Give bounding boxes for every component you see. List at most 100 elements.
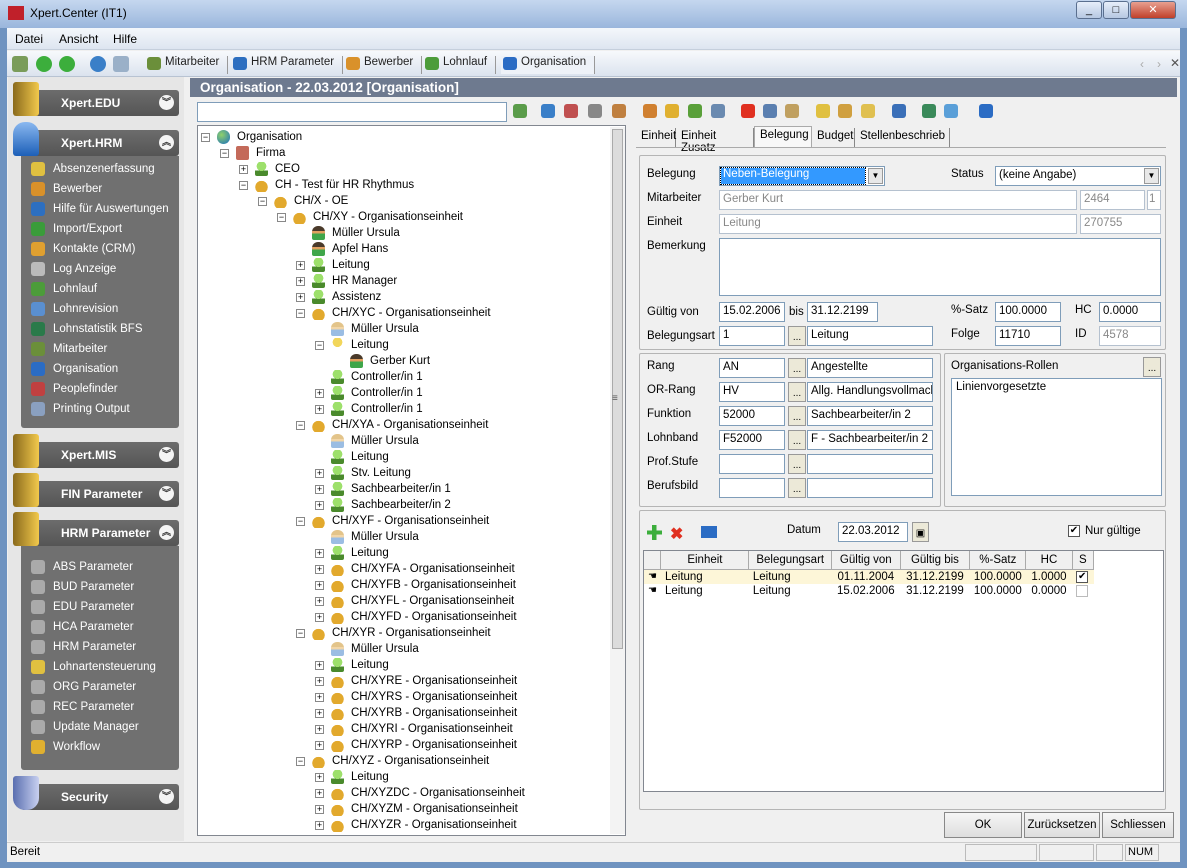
sidebar-item-kontakte-crm-[interactable]: Kontakte (CRM) xyxy=(31,240,135,258)
satz-field[interactable]: 100.0000 xyxy=(995,302,1061,322)
menu-ansicht[interactable]: Ansicht xyxy=(59,32,98,46)
tab-budget[interactable]: Budget xyxy=(812,128,855,147)
sidebar-group-security[interactable]: Security ︾ xyxy=(13,776,179,810)
close-window-button[interactable]: ✕ xyxy=(1130,1,1176,19)
scroll-left-icon[interactable]: ‹ xyxy=(1140,57,1144,71)
collapse-icon[interactable]: ︽ xyxy=(159,135,174,150)
nav-tab-mitarbeiter[interactable]: Mitarbeiter xyxy=(145,56,229,74)
collapse-icon[interactable]: − xyxy=(258,197,267,206)
sidebar-item-edu-parameter[interactable]: EDU Parameter xyxy=(31,598,134,616)
dropdown-arrow-icon[interactable]: ▼ xyxy=(868,168,883,184)
sidebar-item-organisation[interactable]: Organisation xyxy=(31,360,118,378)
grid-header-hc[interactable]: HC xyxy=(1025,551,1073,570)
expand-icon[interactable]: ︾ xyxy=(159,486,174,501)
sidebar-item-mitarbeiter[interactable]: Mitarbeiter xyxy=(31,340,107,358)
move-icon[interactable] xyxy=(763,104,777,118)
org-tree[interactable]: − Organisation − Firma + CEO − CH - Test für HR… xyxy=(197,125,626,836)
grid-header-einheit[interactable]: Einheit xyxy=(660,551,750,570)
collapse-icon[interactable]: − xyxy=(220,149,229,158)
collapse-icon[interactable]: − xyxy=(296,629,305,638)
rang-lookup-button[interactable]: ... xyxy=(788,358,806,378)
sidebar-item-absenzenerfassung[interactable]: Absenzenerfassung xyxy=(31,160,155,178)
s-checkbox[interactable]: ✔ xyxy=(1076,570,1089,583)
tab-stellenbeschrieb[interactable]: Stellenbeschrieb xyxy=(855,128,950,147)
nav-tab-lohnlauf[interactable]: Lohnlauf xyxy=(423,56,497,74)
expand-icon[interactable]: ︾ xyxy=(159,447,174,462)
expand-icon[interactable]: + xyxy=(315,805,324,814)
prof-stufe-code-field[interactable] xyxy=(719,454,785,474)
rollen-list-item[interactable]: Linienvorgesetzte xyxy=(956,381,1157,393)
expand-icon[interactable]: ︾ xyxy=(159,95,174,110)
sidebar-item-update-manager[interactable]: Update Manager xyxy=(31,718,139,736)
expand-icon[interactable]: + xyxy=(315,485,324,494)
reset-button[interactable]: Zurücksetzen xyxy=(1024,812,1100,838)
sidebar-item-lohnlauf[interactable]: Lohnlauf xyxy=(31,280,97,298)
sidebar-group-xpert-hrm[interactable]: Xpert.HRM ︽ xyxy=(13,122,179,156)
bemerkung-textarea[interactable] xyxy=(719,238,1161,296)
expand-icon[interactable]: + xyxy=(315,677,324,686)
organisation-icon[interactable] xyxy=(701,526,717,538)
sidebar-item-bud-parameter[interactable]: BUD Parameter xyxy=(31,578,134,596)
grid-header-belegungsart[interactable]: Belegungsart xyxy=(748,551,833,570)
collapse-icon[interactable]: − xyxy=(239,181,248,190)
sidebar-group-xpert-edu[interactable]: Xpert.EDU ︾ xyxy=(13,82,179,116)
belegungsart-lookup-button[interactable]: ... xyxy=(788,326,806,346)
sidebar-item-printing-output[interactable]: Printing Output xyxy=(31,400,130,418)
sidebar-group-xpert-mis[interactable]: Xpert.MIS ︾ xyxy=(13,434,179,468)
sidebar-item-hilfe-f-r-auswertungen[interactable]: Hilfe für Auswertungen xyxy=(31,200,169,218)
expand-icon[interactable]: + xyxy=(239,165,248,174)
play-icon[interactable] xyxy=(979,104,993,118)
minimize-button[interactable]: _ xyxy=(1076,1,1102,19)
expand-icon[interactable]: + xyxy=(315,725,324,734)
rang-code-field[interactable]: AN xyxy=(719,358,785,378)
tab-einheit[interactable]: Einheit xyxy=(636,128,676,147)
gueltig-bis-field[interactable]: 31.12.2199 xyxy=(807,302,878,322)
belegung-select[interactable]: Neben-Belegung ▼ xyxy=(719,166,885,186)
rollen-lookup-button[interactable]: ... xyxy=(1143,357,1161,377)
settings-icon[interactable] xyxy=(711,104,725,118)
collapse-icon[interactable]: − xyxy=(201,133,210,142)
grid-header-s[interactable]: S xyxy=(1072,551,1095,570)
scroll-right-icon[interactable]: › xyxy=(1157,57,1161,71)
maximize-button[interactable]: □ xyxy=(1103,1,1129,19)
sidebar-item-abs-parameter[interactable]: ABS Parameter xyxy=(31,558,133,576)
expand-icon[interactable]: + xyxy=(315,613,324,622)
s-checkbox[interactable] xyxy=(1076,584,1089,597)
grid-header-g-ltig-von[interactable]: Gültig von xyxy=(831,551,901,570)
sidebar-item-bewerber[interactable]: Bewerber xyxy=(31,180,102,198)
sidebar-item-hrm-parameter[interactable]: HRM Parameter xyxy=(31,638,136,656)
or-rang-code-field[interactable]: HV xyxy=(719,382,785,402)
expand-icon[interactable]: + xyxy=(296,277,305,286)
search-input[interactable] xyxy=(197,102,507,122)
table-row[interactable]: ☚ Leitung Leitung 01.11.2004 31.12.2199 100.0… xyxy=(644,569,1094,584)
expand-icon[interactable]: + xyxy=(315,741,324,750)
export-icon[interactable] xyxy=(944,104,958,118)
collapse-icon[interactable]: ︽ xyxy=(159,525,174,540)
belegungsart-code-field[interactable]: 1 xyxy=(719,326,785,346)
collapse-icon[interactable]: − xyxy=(315,341,324,350)
berufsbild-code-field[interactable] xyxy=(719,478,785,498)
prof-stufe-lookup-button[interactable]: ... xyxy=(788,454,806,474)
calendar-icon[interactable]: ▣ xyxy=(912,522,929,542)
gueltig-von-field[interactable]: 15.02.2006 xyxy=(719,302,785,322)
chart-icon[interactable] xyxy=(922,104,936,118)
expand-icon[interactable]: + xyxy=(315,549,324,558)
print-icon[interactable] xyxy=(113,56,129,72)
lohnband-code-field[interactable]: F52000 xyxy=(719,430,785,450)
table-row[interactable]: ☚ Leitung Leitung 15.02.2006 31.12.2199 100.0… xyxy=(644,584,1094,598)
tag-remove-icon[interactable] xyxy=(861,104,875,118)
expand-icon[interactable]: + xyxy=(315,565,324,574)
expand-icon[interactable]: + xyxy=(315,709,324,718)
sidebar-item-hca-parameter[interactable]: HCA Parameter xyxy=(31,618,134,636)
grid-header-g-ltig-bis[interactable]: Gültig bis xyxy=(900,551,971,570)
close-tab-icon[interactable]: ✕ xyxy=(1170,56,1180,70)
expand-icon[interactable]: + xyxy=(315,581,324,590)
close-button[interactable]: Schliessen xyxy=(1102,812,1174,838)
nav-tab-bewerber[interactable]: Bewerber xyxy=(344,56,423,74)
delete-icon[interactable] xyxy=(741,104,755,118)
expand-icon[interactable]: + xyxy=(315,389,324,398)
dropdown-arrow-icon[interactable]: ▼ xyxy=(1144,168,1159,184)
berufsbild-lookup-button[interactable]: ... xyxy=(788,478,806,498)
report-icon[interactable] xyxy=(564,104,578,118)
link-icon[interactable] xyxy=(588,104,602,118)
